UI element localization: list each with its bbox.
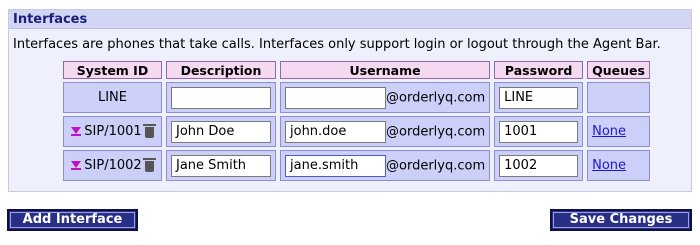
panel-description: Interfaces are phones that take calls. I… (13, 37, 661, 52)
system-id-cell: LINE (63, 82, 162, 113)
username-input[interactable]: jane.smith (285, 154, 386, 177)
username-cell: jane.smith @orderlyq.com (280, 150, 491, 181)
header-queues: Queues (587, 61, 650, 79)
description-cell: Jane Smith (166, 150, 276, 181)
move-down-icon[interactable] (71, 127, 82, 136)
description-input[interactable] (171, 86, 271, 109)
username-cell: john.doe @orderlyq.com (280, 116, 491, 147)
add-interface-button[interactable]: Add Interface (7, 209, 138, 231)
queues-cell (587, 82, 650, 113)
system-id: SIP/1002 (84, 158, 142, 173)
trash-icon[interactable] (142, 124, 156, 138)
password-cell: 1002 (494, 150, 584, 181)
username-domain: @orderlyq.com (386, 90, 486, 105)
save-changes-button[interactable]: Save Changes (550, 209, 692, 231)
username-domain: @orderlyq.com (386, 158, 486, 173)
table-row: LINE @orderlyq.com LINE (63, 82, 650, 113)
description-input[interactable]: John Doe (171, 120, 271, 143)
password-cell: 1001 (494, 116, 584, 147)
system-id: SIP/1001 (84, 124, 142, 139)
username-input[interactable] (285, 86, 386, 109)
queues-cell: None (587, 116, 650, 147)
table-header-row: System ID Description Username Password … (63, 61, 650, 79)
queues-cell: None (587, 150, 650, 181)
username-domain: @orderlyq.com (386, 124, 486, 139)
move-down-icon[interactable] (71, 161, 82, 170)
header-description: Description (166, 61, 276, 79)
password-input[interactable]: 1002 (499, 154, 579, 177)
queues-link[interactable]: None (592, 124, 626, 139)
description-cell: John Doe (166, 116, 276, 147)
table-row: SIP/1001 John Doe john.doe @orderlyq.com … (63, 116, 650, 147)
header-username: Username (280, 61, 491, 79)
description-input[interactable]: Jane Smith (171, 154, 271, 177)
system-id-cell: SIP/1002 (63, 150, 162, 181)
system-id: LINE (97, 90, 127, 105)
description-cell (166, 82, 276, 113)
username-cell: @orderlyq.com (280, 82, 491, 113)
password-input[interactable]: LINE (499, 86, 579, 109)
table-row: SIP/1002 Jane Smith jane.smith @orderlyq.… (63, 150, 650, 181)
password-cell: LINE (494, 82, 584, 113)
system-id-cell: SIP/1001 (63, 116, 162, 147)
panel-title: Interfaces (9, 10, 691, 29)
username-input[interactable]: john.doe (285, 120, 386, 143)
password-input[interactable]: 1001 (499, 120, 579, 143)
interfaces-table: System ID Description Username Password … (59, 58, 654, 184)
header-system-id: System ID (63, 61, 162, 79)
header-password: Password (494, 61, 584, 79)
queues-link[interactable]: None (592, 158, 626, 173)
trash-icon[interactable] (142, 158, 156, 172)
